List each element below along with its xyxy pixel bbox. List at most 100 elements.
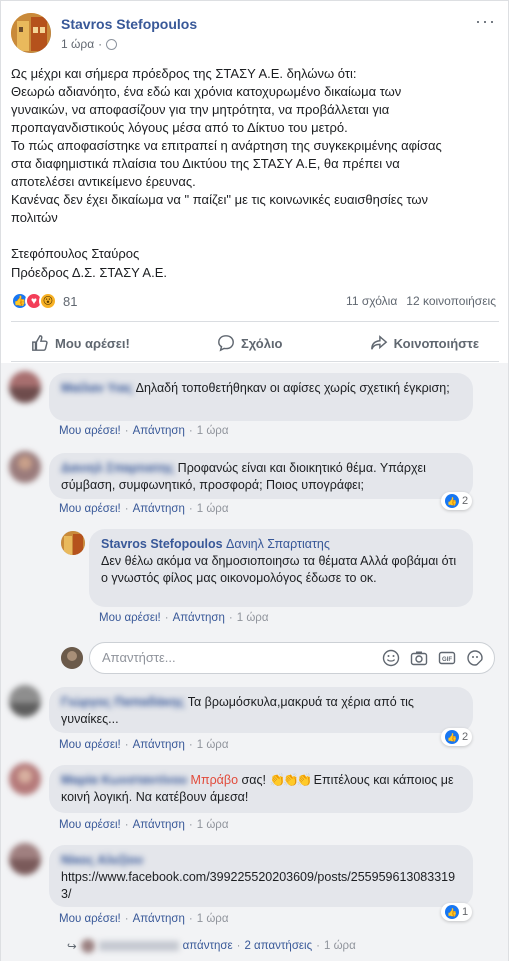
svg-text:GIF: GIF (442, 657, 452, 663)
comment-like-link[interactable]: Μου αρέσει! (59, 739, 121, 751)
comment-like-link[interactable]: Μου αρέσει! (59, 913, 121, 925)
post-line: αποτελέσει αντικείμενο έρευνας. (11, 174, 196, 189)
more-options-icon[interactable]: ··· (475, 11, 496, 32)
comment-time[interactable]: 1 ώρα (197, 739, 229, 751)
commenter-name[interactable]: Νίκος Αλεξίου (61, 853, 143, 867)
reply-input-box[interactable]: GIF (89, 642, 495, 674)
post-meta: 1 ώρα · (61, 37, 118, 51)
comment-text: Δηλαδή τοποθετήθηκαν οι αφίσες χωρίς σχε… (135, 381, 450, 395)
author-avatar[interactable] (11, 13, 51, 53)
comment-reply-link[interactable]: Απάντηση (133, 503, 185, 515)
commenter-avatar[interactable] (9, 685, 41, 717)
comment-reply-link[interactable]: Απάντηση (133, 425, 185, 437)
post-line: Θεωρώ αδιανόητο, ένα εδώ και χρόνια κατο… (11, 84, 402, 99)
commenter-name[interactable]: Γιώργος Παπαδάκης (61, 695, 184, 709)
post-line: προπαγανδιστικούς λόγους μέσα από το Δίκ… (11, 120, 348, 135)
camera-icon[interactable] (410, 649, 428, 667)
meta-separator: · (98, 37, 103, 51)
commenter-avatar[interactable] (9, 843, 41, 875)
comment-actions: Μου αρέσει! · Απάντηση · 1 ώρα (59, 739, 229, 751)
reply-mention[interactable]: Δανιηλ Σπαρτιατης (226, 537, 330, 551)
comment-icon (218, 335, 234, 352)
separator: · (228, 612, 233, 624)
comment-reply-link[interactable]: Απάντηση (133, 819, 185, 831)
reply-author-name[interactable]: Stavros Stefopoulos (101, 537, 223, 551)
comment-reactions[interactable]: 👍 2 (441, 492, 473, 510)
comment-link-text[interactable]: https://www.facebook.com/399225520203609… (61, 870, 455, 901)
view-replies-row[interactable]: ↪ απάντησε · 2 απαντήσεις · 1 ώρα (67, 939, 356, 953)
commenter-name[interactable]: Μαρία Κωνσταντίνου (61, 773, 187, 787)
post-author-name[interactable]: Stavros Stefopoulos (61, 16, 197, 32)
divider (11, 361, 499, 362)
commenter-name[interactable]: Δανιηλ Σπαρτιατης (61, 461, 174, 475)
post-line: Το πώς αποφασίστηκε να επιτραπεί η ανάρτ… (11, 138, 442, 153)
separator: · (164, 612, 169, 624)
reply-author-avatar[interactable] (61, 531, 85, 555)
wow-reaction-icon: 😮 (39, 292, 57, 310)
commenter-avatar[interactable] (9, 763, 41, 795)
comment-like-link[interactable]: Μου αρέσει! (59, 819, 121, 831)
replies-time: 1 ώρα (323, 940, 356, 952)
signature-line: Πρόεδρος Δ.Σ. ΣΤΑΣΥ Α.Ε. (11, 265, 167, 280)
separator: · (188, 425, 193, 437)
comment-button[interactable]: Σχόλιο (217, 334, 283, 352)
reaction-summary[interactable]: 👍 ♥ 😮 81 (11, 292, 77, 310)
commenter-name[interactable]: Μαίλαν Υιας (61, 381, 133, 395)
replier-avatar (80, 939, 95, 953)
like-button-label: Μου αρέσει! (55, 335, 130, 351)
divider (11, 321, 499, 322)
replies-count[interactable]: 2 απαντήσεις (244, 940, 312, 952)
post-card: Stavros Stefopoulos 1 ώρα · ··· Ως μέχρι… (0, 0, 509, 961)
comment-reactions[interactable]: 👍 2 (441, 728, 473, 746)
signature-line: Στεφόπουλος Σταύρος (11, 246, 140, 261)
reply-like-link[interactable]: Μου αρέσει! (99, 612, 161, 624)
like-button[interactable]: Μου αρέσει! (31, 334, 130, 352)
reply-input-icons: GIF (382, 649, 484, 667)
commenter-avatar[interactable] (9, 451, 41, 483)
comment-actions: Μου αρέσει! · Απάντηση · 1 ώρα (59, 819, 229, 831)
comment-time[interactable]: 1 ώρα (197, 503, 229, 515)
comment-highlight: Μπράβο (190, 773, 239, 787)
reply-reply-link[interactable]: Απάντηση (173, 612, 225, 624)
separator: · (188, 913, 193, 925)
reply-input[interactable] (102, 650, 372, 665)
reply-actions: Μου αρέσει! · Απάντηση · 1 ώρα (99, 612, 269, 624)
like-reaction-icon: 👍 (445, 494, 459, 508)
emoji-icon[interactable] (382, 649, 400, 667)
comment-like-link[interactable]: Μου αρέσει! (59, 503, 121, 515)
sticker-icon[interactable] (466, 649, 484, 667)
comment-reaction-count: 2 (462, 495, 469, 507)
gif-icon[interactable]: GIF (438, 649, 456, 667)
comment-reply-link[interactable]: Απάντηση (133, 913, 185, 925)
post-line: πολιτών (11, 210, 58, 225)
comment-bubble: Γιώργος Παπαδάκης Τα βρωμόσκυλα,μακρυά τ… (49, 687, 473, 733)
commenter-avatar[interactable] (9, 371, 41, 403)
separator: · (124, 819, 129, 831)
comment-reactions[interactable]: 👍 1 (441, 903, 473, 921)
comment-time[interactable]: 1 ώρα (197, 913, 229, 925)
thumbs-up-icon (32, 335, 48, 351)
comment-bubble: Δανιηλ Σπαρτιατης Προφανώς είναι και διο… (49, 453, 473, 499)
post-line: στα διαφημιστικά πλαίσια του Δικτύου της… (11, 156, 400, 171)
comment-bubble: Μαρία Κωνσταντίνου Μπράβο σας! 👏👏👏 Επιτέ… (49, 765, 473, 813)
shares-count[interactable]: 12 κοινοποιήσεις (406, 294, 496, 308)
post-line: Ως μέχρι και σήμερα πρόεδρος της ΣΤΑΣΥ Α… (11, 66, 357, 81)
share-button[interactable]: Κοινοποιήστε (370, 334, 479, 352)
post-time[interactable]: 1 ώρα (61, 37, 94, 51)
comments-count[interactable]: 11 σχόλια (346, 294, 397, 308)
comment-button-label: Σχόλιο (240, 335, 283, 351)
separator: · (124, 739, 129, 751)
separator: · (124, 913, 129, 925)
reply-time[interactable]: 1 ώρα (237, 612, 269, 624)
post-signature: Στεφόπουλος Σταύρος Πρόεδρος Δ.Σ. ΣΤΑΣΥ … (11, 244, 167, 282)
post-stats: 11 σχόλια 12 κοινοποιήσεις (346, 294, 496, 308)
comment-like-link[interactable]: Μου αρέσει! (59, 425, 121, 437)
reaction-count[interactable]: 81 (63, 294, 77, 309)
post-line: Κανένας δεν έχει δικαίωμα να " παίζει" μ… (11, 192, 429, 207)
comment-time[interactable]: 1 ώρα (197, 425, 229, 437)
comment-reply-link[interactable]: Απάντηση (133, 739, 185, 751)
replier-name-blurred (98, 941, 179, 951)
replied-label[interactable]: απάντησε (183, 940, 233, 952)
comment-actions: Μου αρέσει! · Απάντηση · 1 ώρα (59, 503, 229, 515)
comment-time[interactable]: 1 ώρα (197, 819, 229, 831)
